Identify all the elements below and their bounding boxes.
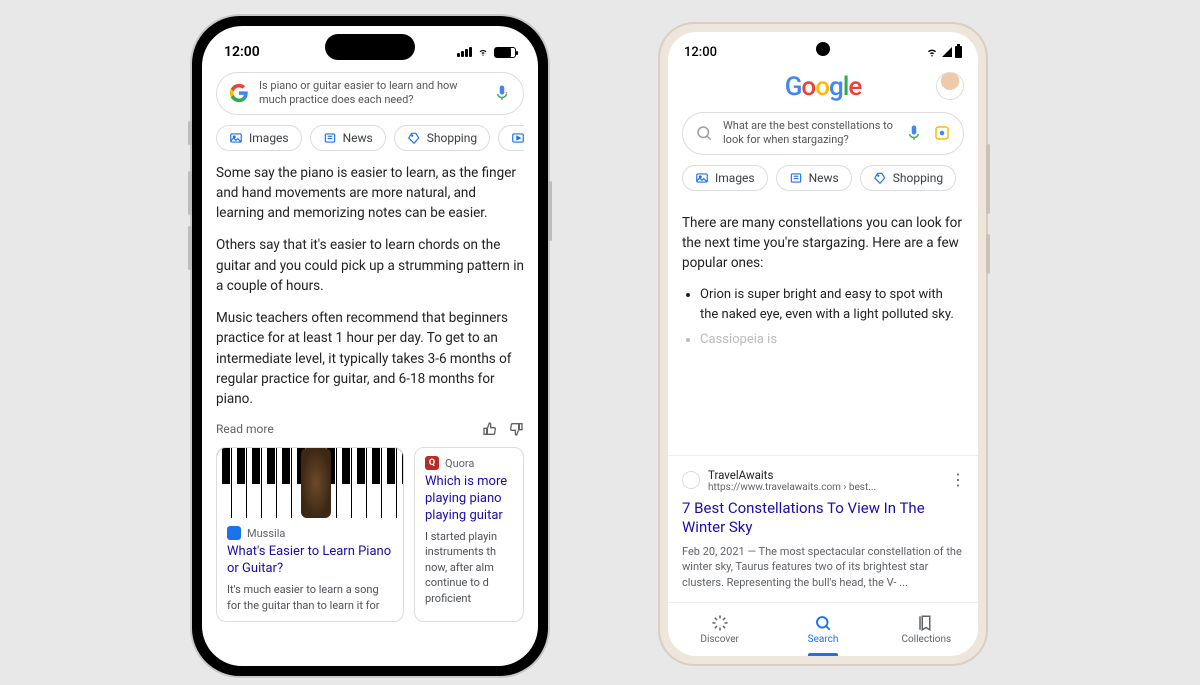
iphone-side-button	[548, 181, 552, 241]
search-query-text: What are the best constellations to look…	[723, 119, 895, 148]
dynamic-island	[325, 34, 415, 60]
card-source-name: Mussila	[247, 527, 285, 540]
nav-collections[interactable]: Collections	[875, 603, 978, 656]
chip-shopping[interactable]: Shopping	[860, 165, 956, 191]
status-time: 12:00	[684, 45, 717, 60]
kebab-menu-icon[interactable]: ⋮	[950, 470, 966, 489]
chip-news[interactable]: News	[776, 165, 852, 191]
card-snippet: It's much easier to learn a song for the…	[227, 582, 393, 613]
nav-label: Search	[808, 634, 839, 645]
mic-icon[interactable]	[905, 124, 923, 142]
images-icon	[229, 131, 243, 145]
wifi-icon	[925, 46, 939, 58]
discover-icon	[711, 614, 729, 632]
google-logo: Google	[668, 72, 978, 102]
collections-icon	[917, 614, 935, 632]
chip-label: Images	[715, 171, 755, 185]
signal-icon	[457, 47, 472, 57]
profile-avatar[interactable]	[936, 72, 964, 100]
favicon: Q	[425, 456, 439, 470]
search-bar[interactable]: What are the best constellations to look…	[682, 112, 964, 155]
iphone-frame: 12:00 Is piano or guitar easier to learn…	[192, 16, 548, 676]
chip-label: Shopping	[893, 171, 943, 185]
videos-icon	[511, 131, 524, 145]
chip-label: News	[343, 131, 373, 145]
status-time: 12:00	[224, 44, 260, 60]
result-site-name: TravelAwaits	[708, 468, 876, 482]
thumbs-down-icon[interactable]	[508, 421, 524, 437]
chip-label: Shopping	[427, 131, 477, 145]
search-icon	[695, 124, 713, 142]
nav-label: Collections	[901, 634, 951, 645]
answer-bullet-faded: Cassiopeia is	[700, 330, 964, 350]
news-icon	[323, 131, 337, 145]
answer-paragraph: Some say the piano is easier to learn, a…	[216, 163, 524, 224]
battery-icon	[955, 46, 962, 58]
card-thumbnail	[217, 448, 403, 518]
source-card[interactable]: Mussila What's Easier to Learn Piano or …	[216, 447, 404, 622]
iphone-side-button	[188, 226, 192, 270]
filter-chips-row: Images News Shopping Videos	[682, 155, 964, 203]
news-icon	[789, 171, 803, 185]
chip-images[interactable]: Images	[682, 165, 768, 191]
answer-paragraph: Others say that it's easier to learn cho…	[216, 235, 524, 296]
read-more-link[interactable]: Read more	[216, 422, 274, 436]
chip-label: News	[809, 171, 839, 185]
iphone-screen: 12:00 Is piano or guitar easier to learn…	[202, 26, 538, 666]
thumbs-up-icon[interactable]	[482, 421, 498, 437]
card-snippet: I started playin instruments th now, aft…	[425, 529, 513, 606]
google-header: Google	[668, 64, 978, 112]
wifi-icon	[476, 47, 490, 57]
iphone-side-button	[188, 121, 192, 145]
nav-label: Discover	[700, 634, 739, 645]
card-source-name: Quora	[445, 457, 474, 470]
search-icon	[814, 614, 832, 632]
source-card[interactable]: Q Quora Which is more playing piano play…	[414, 447, 524, 622]
google-logo-icon	[229, 83, 249, 103]
nav-discover[interactable]: Discover	[668, 603, 771, 656]
answer-bullet: Orion is super bright and easy to spot w…	[700, 285, 964, 324]
chip-images[interactable]: Images	[216, 125, 302, 151]
ai-answer: There are many constellations you can lo…	[682, 213, 964, 350]
shopping-icon	[407, 131, 421, 145]
android-screen: 12:00 Google What are the best constella…	[668, 32, 978, 656]
search-query-text: Is piano or guitar easier to learn and h…	[259, 79, 483, 108]
android-side-button	[986, 144, 990, 214]
signal-icon	[942, 47, 952, 57]
chip-shopping[interactable]: Shopping	[394, 125, 490, 151]
chip-videos[interactable]: Videos	[498, 125, 524, 151]
favicon	[682, 471, 700, 489]
favicon	[227, 526, 241, 540]
lens-icon[interactable]	[933, 124, 951, 142]
chip-news[interactable]: News	[310, 125, 386, 151]
source-cards-row: Mussila What's Easier to Learn Piano or …	[216, 447, 524, 622]
ai-answer: Some say the piano is easier to learn, a…	[216, 163, 524, 410]
front-camera	[816, 42, 830, 56]
answer-intro: There are many constellations you can lo…	[682, 213, 964, 274]
result-title: 7 Best Constellations To View In The Win…	[682, 499, 964, 538]
nav-search[interactable]: Search	[771, 603, 874, 656]
images-icon	[695, 171, 709, 185]
android-frame: 12:00 Google What are the best constella…	[660, 24, 986, 664]
android-side-button	[986, 234, 990, 274]
filter-chips-row: Images News Shopping Videos	[216, 115, 524, 163]
card-title: Which is more playing piano playing guit…	[425, 474, 513, 525]
bottom-nav: Discover Search Collections	[668, 602, 978, 656]
shopping-icon	[873, 171, 887, 185]
result-url: https://www.travelawaits.com › best...	[708, 482, 876, 493]
answer-paragraph: Music teachers often recommend that begi…	[216, 308, 524, 409]
chip-label: Images	[249, 131, 289, 145]
card-title: What's Easier to Learn Piano or Guitar?	[227, 544, 393, 578]
battery-icon	[494, 47, 516, 58]
search-bar[interactable]: Is piano or guitar easier to learn and h…	[216, 72, 524, 115]
search-result[interactable]: TravelAwaits https://www.travelawaits.co…	[668, 455, 978, 602]
iphone-side-button	[188, 171, 192, 215]
result-snippet: Feb 20, 2021 — The most spectacular cons…	[682, 544, 964, 590]
mic-icon[interactable]	[493, 84, 511, 102]
